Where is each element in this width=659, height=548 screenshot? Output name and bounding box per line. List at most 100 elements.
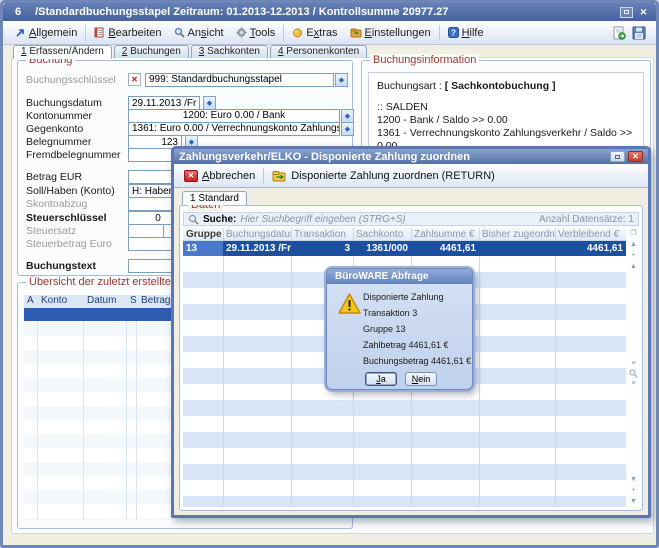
edit-icon (94, 27, 105, 38)
menu-separator (283, 25, 284, 41)
copy-window-icon[interactable]: ❐ (630, 228, 636, 239)
menu-extras[interactable]: Extras (286, 25, 343, 41)
menu-einstellungen[interactable]: Einstellungen (344, 25, 437, 41)
buchungsinfo-legend: Buchungsinformation (370, 54, 479, 66)
filter-icon[interactable]: ≡ (631, 378, 635, 389)
menu-separator (85, 25, 86, 41)
tab-buchungen[interactable]: 2 Buchungen (114, 45, 189, 58)
buchungsdatum-label: Buchungsdatum (26, 97, 102, 109)
col-a[interactable]: A (27, 295, 34, 306)
window-title: /Standardbuchungsstapel Zeitraum: 01.201… (35, 6, 616, 18)
dialog-title: Zahlungsverkehr/ELKO - Disponierte Zahlu… (179, 151, 607, 163)
msgbox-line: Zahlbetrag 4461,61 € (363, 340, 449, 350)
warning-icon (338, 293, 361, 314)
buchungsschluessel-combo[interactable]: 999: Standardbuchungsstapel ◆ (145, 73, 348, 87)
fremdbelegnummer-label: Fremdbelegnummer (26, 149, 121, 161)
combo-dropdown-icon[interactable]: ◆ (341, 109, 354, 123)
tab-sachkonten[interactable]: 3 Sachkonten (191, 45, 268, 58)
new-document-icon[interactable] (612, 26, 626, 40)
scroll-down-icon[interactable]: ▼ (630, 474, 637, 485)
cell-transaktion: 3 (291, 241, 353, 256)
steuerbetrag-label: Steuerbetrag Euro (26, 238, 112, 250)
abbrechen-button[interactable]: ✕ Abbrechen (179, 168, 260, 184)
column-options-icon[interactable]: ≡ (631, 358, 635, 369)
table-search-icon[interactable] (629, 369, 638, 378)
menu-bar: Allgemein Bearbeiten Ansicht Tools Extra… (3, 21, 656, 45)
buchungstext-label: Buchungstext (26, 260, 96, 272)
main-titlebar: 6 /Standardbuchungsstapel Zeitraum: 01.2… (3, 3, 656, 21)
dialog-selected-row[interactable]: 13 29.11.2013 /Fr 3 1361/000 4461,61 446… (183, 241, 626, 256)
gegenkonto-label: Gegenkonto (26, 123, 83, 135)
nein-button[interactable]: Nein (405, 372, 437, 386)
cancel-x-icon: ✕ (184, 170, 198, 182)
salden-header: :: SALDEN (377, 101, 635, 114)
msgbox-line: Disponierte Zahlung (363, 292, 444, 302)
cell-sachkonto: 1361/000 (353, 241, 411, 256)
cell-gruppe: 13 (183, 241, 223, 256)
save-icon[interactable] (632, 26, 646, 40)
restore-icon[interactable] (620, 7, 633, 18)
zuordnen-button[interactable]: Disponierte Zahlung zuordnen (RETURN) (267, 167, 500, 184)
combo-dropdown-icon[interactable]: ◆ (203, 96, 216, 110)
scroll-up-icon[interactable]: ▲ (630, 261, 637, 272)
scroll-add2-icon[interactable]: + (631, 485, 635, 496)
search-label: Suche: (203, 214, 236, 225)
tab-erfassen-aendern[interactable]: 1 Erfassen/Ändern (13, 45, 112, 59)
buchungsschluessel-label: Buchungsschlüssel (26, 74, 116, 86)
steuersatz-input[interactable] (128, 224, 164, 238)
search-icon (188, 214, 199, 225)
cell-buchungsdatum: 29.11.2013 /Fr (223, 241, 291, 256)
tab-personenkonten[interactable]: 4 Personenkonten (270, 45, 367, 58)
menu-ansicht[interactable]: Ansicht (168, 25, 230, 41)
extras-icon (292, 27, 303, 38)
main-tabs: 1 Erfassen/Ändern 2 Buchungen 3 Sachkont… (13, 45, 367, 58)
col-s[interactable]: S (130, 295, 137, 306)
settings-icon (350, 27, 362, 38)
betrag-label: Betrag EUR (26, 171, 82, 183)
assign-folder-icon (272, 169, 287, 182)
scroll-top-icon[interactable]: ▲ (630, 239, 637, 250)
gegenkonto-combo[interactable]: 1361: Euro 0.00 / Verrechnungskonto Zahl… (128, 122, 354, 136)
scroll-bottom-icon[interactable]: ▼ (630, 496, 637, 507)
menu-allgemein[interactable]: Allgemein (9, 25, 83, 41)
clear-icon[interactable]: ✕ (128, 73, 141, 86)
gear-icon (236, 27, 247, 38)
menu-bearbeiten[interactable]: Bearbeiten (88, 25, 167, 41)
menu-tools[interactable]: Tools (230, 25, 282, 41)
combo-dropdown-icon[interactable]: ◆ (335, 73, 348, 87)
saldo-line: 1200 - Bank / Saldo >> 0.00 (377, 114, 635, 127)
belegnummer-label: Belegnummer (26, 136, 91, 148)
steuerschluessel-label: Steuerschlüssel (26, 212, 107, 224)
dialog-titlebar: Zahlungsverkehr/ELKO - Disponierte Zahlu… (174, 149, 648, 164)
ja-button[interactable]: Ja (365, 372, 397, 386)
magnifier-icon (174, 27, 185, 38)
record-count: Anzahl Datensätze: 1 (539, 214, 634, 225)
buchungsart-label: Buchungsart : (377, 80, 445, 92)
msgbox-line: Gruppe 13 (363, 324, 406, 334)
table-scroll-strip: ❐ ▲ + ▲ ≡ ≡ ▼ + ▼ (627, 228, 640, 507)
dialog-close-icon[interactable]: ✕ (628, 151, 643, 162)
steuersatz-label: Steuersatz (26, 225, 76, 237)
main-window: 6 /Standardbuchungsstapel Zeitraum: 01.2… (0, 0, 659, 548)
dialog-tab-standard[interactable]: 1 Standard (182, 191, 247, 205)
cell-bisher (479, 241, 555, 256)
search-bar[interactable]: Suche: Hier Suchbegriff eingeben (STRG+S… (183, 212, 639, 226)
kontonummer-combo[interactable]: 1200: Euro 0.00 / Bank ◆ (128, 109, 354, 123)
col-datum[interactable]: Datum (87, 295, 116, 306)
arrow-ne-icon (15, 27, 26, 38)
dialog-toolbar: ✕ Abbrechen Disponierte Zahlung zuordnen… (174, 164, 648, 188)
buchungsdatum-input[interactable] (128, 96, 200, 110)
cell-verbleibend: 4461,61 (555, 241, 626, 256)
scroll-add-icon[interactable]: + (631, 250, 635, 261)
menu-separator (439, 25, 440, 41)
search-placeholder[interactable]: Hier Suchbegriff eingeben (STRG+S) (240, 214, 535, 225)
sollhaben-label: Soll/Haben (Konto) (26, 185, 115, 197)
col-konto[interactable]: Konto (41, 295, 67, 306)
window-number: 6 (15, 6, 21, 18)
menu-hilfe[interactable]: ? Hilfe (442, 25, 490, 41)
combo-dropdown-icon[interactable]: ◆ (341, 122, 354, 136)
close-icon[interactable]: ✕ (637, 7, 650, 18)
dialog-restore-icon[interactable] (610, 151, 625, 162)
bueroware-msgbox: BüroWARE Abfrage Disponierte Zahlung Tra… (326, 268, 473, 390)
msgbox-line: Buchungsbetrag 4461,61 € (363, 356, 471, 366)
